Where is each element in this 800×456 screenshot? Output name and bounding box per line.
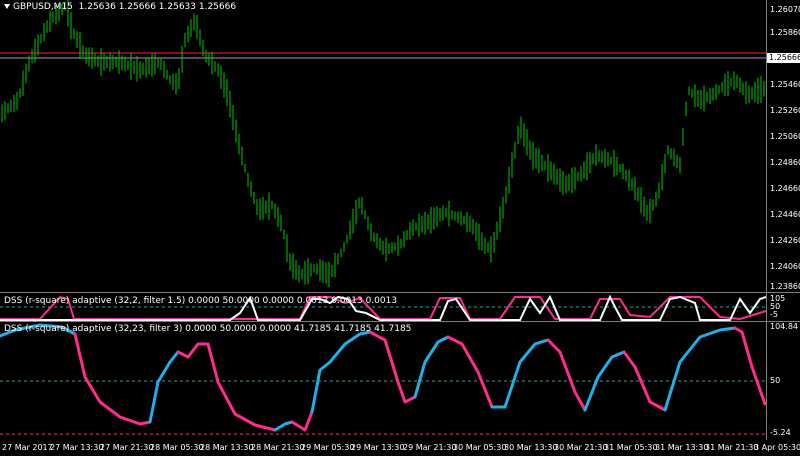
indicator2-scale-label: 50 [770, 376, 781, 385]
indicator2-up-segment [413, 335, 450, 399]
time-label: 30 Mar 21:30 [554, 443, 608, 452]
time-label: 27 Mar 2017 [2, 443, 53, 452]
indicator2-up-segment [663, 326, 737, 412]
time-label: 28 Mar 13:30 [200, 443, 254, 452]
time-axis[interactable]: 27 Mar 2017 27 Mar 13:30 27 Mar 21:30 28… [0, 440, 800, 456]
current-price-tag: 1.25666 [767, 53, 800, 63]
symbol-header: GBPUSD,M15 1.25636 1.25666 1.25633 1.256… [4, 2, 236, 12]
time-label: 3 Apr 05:30 [754, 443, 800, 452]
symbol-label: GBPUSD,M15 [13, 2, 73, 12]
indicator-pane-1[interactable]: DSS (r-square) adaptive (32,2, filter 1.… [0, 293, 766, 321]
main-chart-pane[interactable]: GBPUSD,M15 1.25636 1.25666 1.25633 1.256… [0, 0, 766, 292]
indicator2-up-segment [490, 338, 550, 409]
price-label: 1.24060 [770, 262, 800, 271]
time-label: 28 Mar 05:30 [150, 443, 204, 452]
indicator2-title: DSS (r-square) adaptive (32,23, filter 3… [4, 324, 412, 334]
time-label: 30 Mar 05:30 [453, 443, 507, 452]
time-label: 29 Mar 13:30 [351, 443, 405, 452]
indicator1-scale: 105 50 -5 [766, 293, 800, 321]
time-label: 29 Mar 21:30 [403, 443, 457, 452]
indicator2-down-segment [368, 330, 417, 404]
indicator2-down-segment [73, 332, 152, 426]
indicator2-down-segment [733, 326, 766, 406]
indicator2-scale-label: -5.24 [770, 428, 791, 437]
price-scale[interactable]: 1.26070 1.25860 1.25460 1.25260 1.25060 … [766, 0, 800, 292]
price-label: 1.25860 [770, 28, 800, 37]
price-label: 1.24860 [770, 158, 800, 167]
price-label: 1.24260 [770, 236, 800, 245]
price-candles [0, 0, 766, 288]
price-label: 1.25060 [770, 132, 800, 141]
time-label: 29 Mar 05:30 [301, 443, 355, 452]
indicator2-up-segment [148, 350, 180, 424]
time-label: 27 Mar 13:30 [50, 443, 104, 452]
indicator2-down-segment [546, 338, 587, 412]
indicator2-lines [0, 323, 766, 435]
time-label: 30 Mar 13:30 [504, 443, 558, 452]
time-label: 31 Mar 05:30 [604, 443, 658, 452]
indicator1-scale-label: -5 [770, 310, 778, 319]
indicator2-down-segment [176, 342, 277, 432]
dropdown-triangle-icon[interactable] [4, 4, 10, 9]
price-label: 1.24660 [770, 184, 800, 193]
indicator2-up-segment [310, 330, 372, 414]
indicator2-scale: 104.84 50 -5.24 [766, 322, 800, 440]
price-label: 1.26070 [770, 5, 800, 14]
indicator2-up-segment [273, 420, 294, 432]
price-label: 1.25260 [770, 106, 800, 115]
indicator-pane-2[interactable]: DSS (r-square) adaptive (32,23, filter 3… [0, 322, 766, 440]
indicator2-down-segment [446, 335, 494, 409]
time-label: 31 Mar 13:30 [655, 443, 709, 452]
time-label: 27 Mar 21:30 [100, 443, 154, 452]
price-label: 1.23860 [770, 282, 800, 291]
time-label: 28 Mar 21:30 [251, 443, 305, 452]
indicator2-down-segment [290, 410, 314, 432]
scale-border [766, 0, 767, 440]
ohlc-values: 1.25636 1.25666 1.25633 1.25666 [78, 2, 237, 12]
price-label: 1.24460 [770, 210, 800, 219]
price-label: 1.25460 [770, 80, 800, 89]
indicator1-title: DSS (r-square) adaptive (32,2, filter 1.… [4, 296, 398, 306]
time-label: 31 Mar 21:30 [705, 443, 759, 452]
indicator2-scale-label: 104.84 [770, 322, 798, 331]
